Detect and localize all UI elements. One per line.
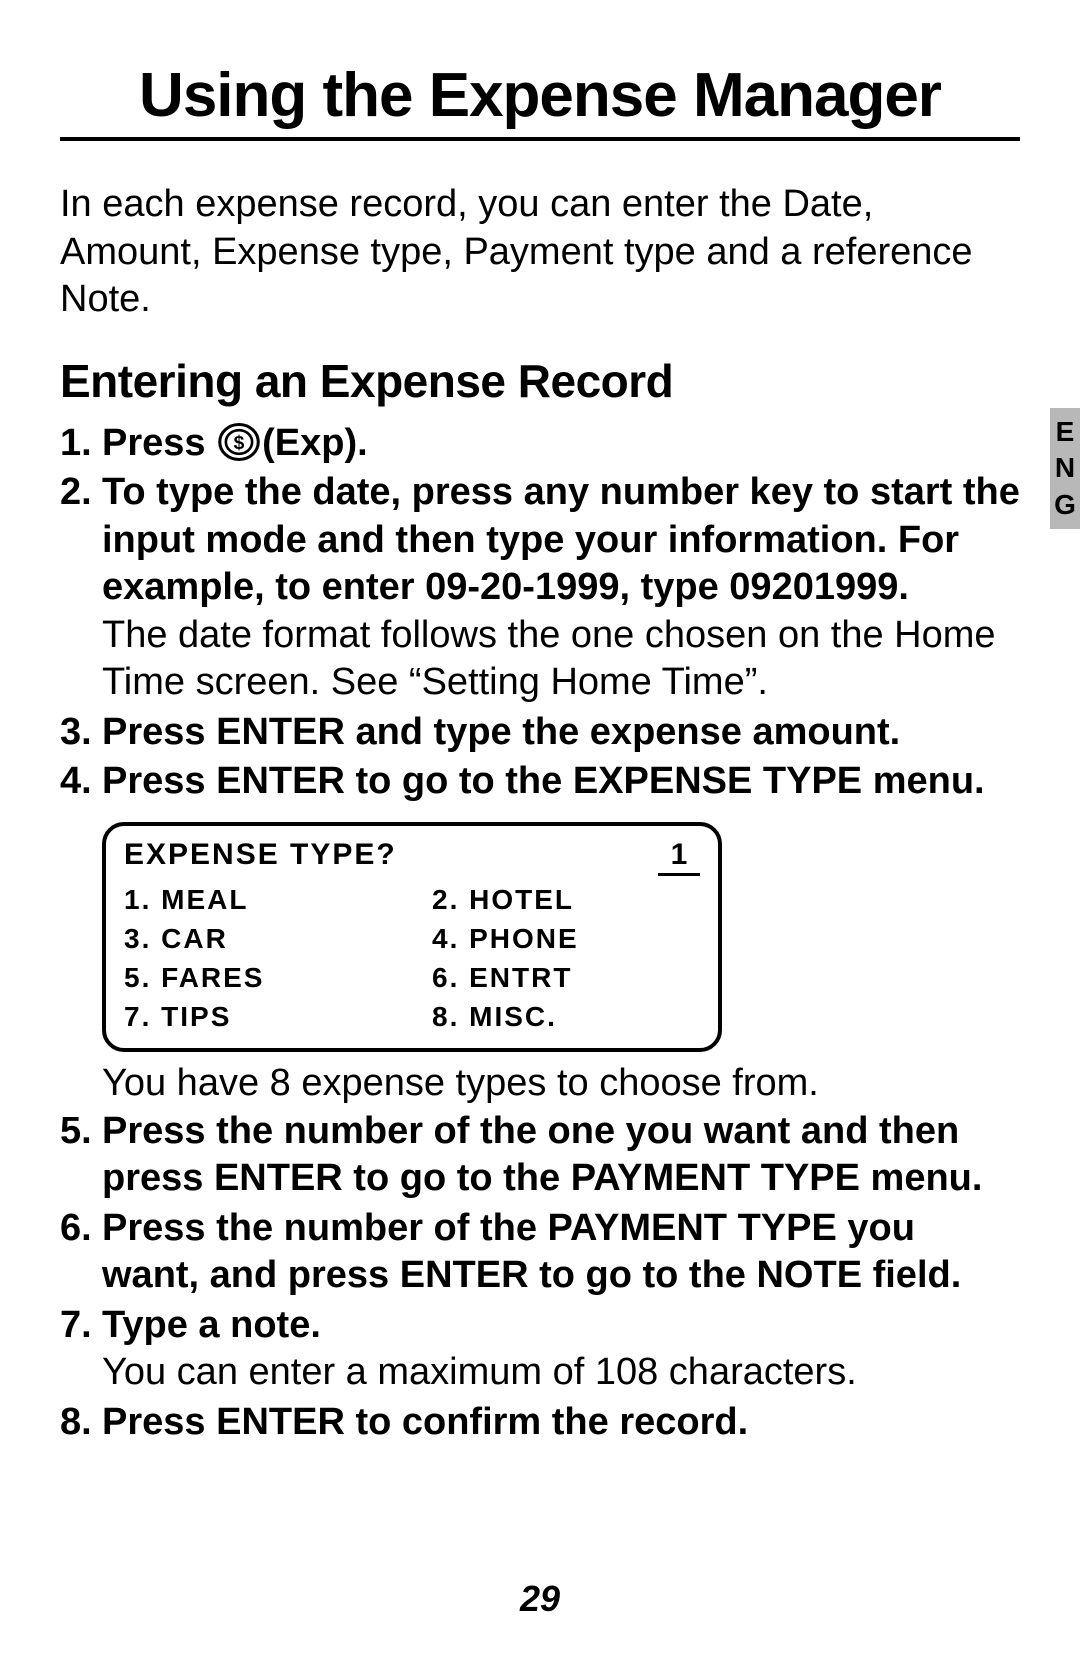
lcd-item: 5. FARES [124, 960, 392, 995]
step-normal-text: The date format follows the one chosen o… [102, 614, 996, 704]
step-body: Type a note. You can enter a maximum of … [102, 1302, 1020, 1397]
lcd-item: 4. PHONE [432, 921, 700, 956]
step-number: 7. [60, 1302, 102, 1397]
step-number: 2. [60, 469, 102, 707]
step-4: 4. Press ENTER to go to the EXPENSE TYPE… [60, 758, 1020, 806]
step-bold-text: Press the number of the PAYMENT TYPE you… [102, 1205, 1020, 1300]
lang-letter: G [1050, 487, 1080, 523]
lcd-header: EXPENSE TYPE? 1 [124, 836, 700, 877]
dollar-icon: $ [218, 421, 260, 463]
page-title: Using the Expense Manager [60, 60, 1020, 141]
step-body: To type the date, press any number key t… [102, 469, 1020, 707]
steps-list: 1. Press $ (Exp). 2. To type the date, pr… [60, 420, 1020, 1447]
step-bold-text: Type a note. [102, 1304, 321, 1346]
step-normal-text: You can enter a maximum of 108 character… [102, 1351, 857, 1393]
svg-text:$: $ [234, 433, 245, 454]
step-3: 3. Press ENTER and type the expense amou… [60, 709, 1020, 757]
lcd-item: 8. MISC. [432, 999, 700, 1034]
step-bold-text: Press ENTER to go to the EXPENSE TYPE me… [102, 758, 1020, 806]
lcd-item: 7. TIPS [124, 999, 392, 1034]
step-2: 2. To type the date, press any number ke… [60, 469, 1020, 707]
step-bold-text: Press the number of the one you want and… [102, 1108, 1020, 1203]
step-number: 8. [60, 1399, 102, 1447]
step-bold-text: Press ENTER to confirm the record. [102, 1399, 1020, 1447]
step-bold-text: Press ENTER and type the expense amount. [102, 709, 1020, 757]
step-5: 5. Press the number of the one you want … [60, 1108, 1020, 1203]
step-1: 1. Press $ (Exp). [60, 420, 1020, 468]
language-tab: E N G [1050, 408, 1080, 529]
step-number: 5. [60, 1108, 102, 1203]
step-4-note: You have 8 expense types to choose from. [102, 1060, 1020, 1108]
step-bold-text: To type the date, press any number key t… [102, 471, 1020, 608]
lcd-slot-value: 1 [658, 836, 700, 877]
lcd-title: EXPENSE TYPE? [124, 836, 397, 877]
lang-letter: N [1050, 450, 1080, 486]
step-number: 3. [60, 709, 102, 757]
step-number: 1. [60, 420, 102, 468]
step-body: Press $ (Exp). [102, 420, 1020, 468]
intro-paragraph: In each expense record, you can enter th… [60, 181, 1020, 324]
lcd-item: 1. MEAL [124, 882, 392, 917]
step-text-pre: Press [102, 422, 216, 464]
lang-letter: E [1050, 414, 1080, 450]
step-number: 4. [60, 758, 102, 806]
lcd-item: 3. CAR [124, 921, 392, 956]
step-number: 6. [60, 1205, 102, 1300]
lcd-item: 2. HOTEL [432, 882, 700, 917]
section-heading: Entering an Expense Record [60, 354, 1020, 408]
step-8: 8. Press ENTER to confirm the record. [60, 1399, 1020, 1447]
lcd-item: 6. ENTRT [432, 960, 700, 995]
step-text-post: (Exp). [262, 422, 368, 464]
step-6: 6. Press the number of the PAYMENT TYPE … [60, 1205, 1020, 1300]
page-number: 29 [0, 1578, 1080, 1620]
lcd-screen: EXPENSE TYPE? 1 1. MEAL 2. HOTEL 3. CAR … [102, 822, 722, 1053]
step-7: 7. Type a note. You can enter a maximum … [60, 1302, 1020, 1397]
lcd-options: 1. MEAL 2. HOTEL 3. CAR 4. PHONE 5. FARE… [124, 882, 700, 1034]
manual-page: Using the Expense Manager In each expens… [0, 0, 1080, 1660]
